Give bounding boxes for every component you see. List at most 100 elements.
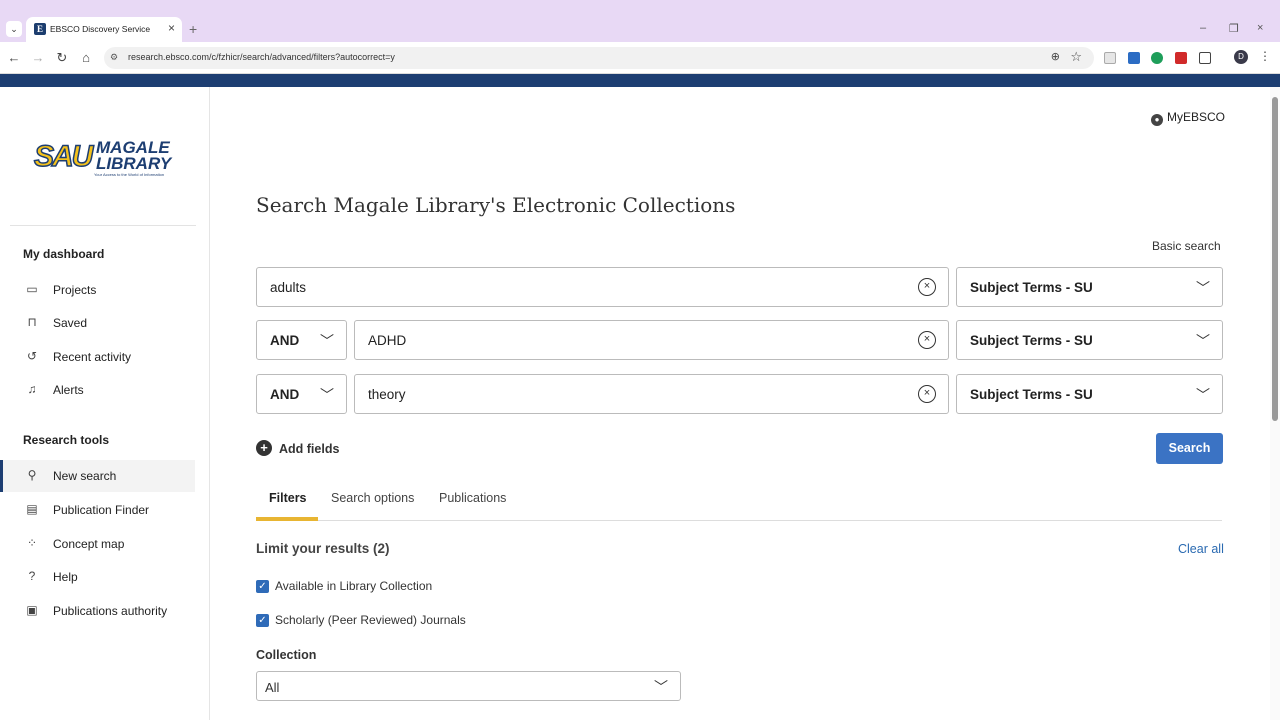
sidebar-item-alerts[interactable]: ♫ Alerts [0, 374, 195, 406]
search-term-value: theory [368, 387, 406, 402]
limit-results-heading: Limit your results (2) [256, 541, 390, 556]
myebsco-link[interactable]: ● MyEBSCO [1151, 110, 1225, 126]
field-select-1[interactable]: Subject Terms - SU ﹀ [956, 267, 1223, 307]
field-select-value: Subject Terms - SU [970, 280, 1093, 295]
tab-search-icon[interactable]: ⌄ [6, 21, 22, 37]
new-tab-icon[interactable]: + [189, 21, 197, 37]
document-icon: ▤ [26, 502, 38, 516]
active-tab-indicator [256, 517, 318, 521]
window-close-icon[interactable]: × [1257, 22, 1263, 34]
sidebar-item-publications-authority[interactable]: ▣ Publications authority [0, 595, 195, 627]
clear-input-icon[interactable]: × [918, 278, 936, 296]
brand-bar [0, 74, 1280, 87]
browser-tab[interactable]: E EBSCO Discovery Service × [26, 17, 182, 42]
site-info-icon[interactable]: ⚙ [110, 52, 118, 63]
help-icon: ? [28, 569, 36, 583]
bookmark-icon: ⊓ [27, 315, 37, 329]
collection-select[interactable]: All ﹀ [256, 671, 681, 701]
scrollbar-thumb[interactable] [1272, 97, 1278, 421]
zoom-icon[interactable]: ⊕ [1051, 50, 1060, 63]
sidebar-item-help[interactable]: ? Help [0, 561, 195, 593]
sidebar-divider [10, 225, 196, 226]
sidebar-item-saved[interactable]: ⊓ Saved [0, 307, 195, 339]
bookmark-star-icon[interactable]: ☆ [1070, 49, 1082, 65]
library-logo[interactable]: SAU MAGALE LIBRARY Your Access to the Wo… [32, 138, 182, 180]
tab-filters[interactable]: Filters [269, 491, 307, 505]
sidebar-item-recent-activity[interactable]: ↺ Recent activity [0, 341, 195, 373]
search-icon: ⚲ [27, 468, 37, 482]
field-select-2[interactable]: Subject Terms - SU ﹀ [956, 320, 1223, 360]
tab-close-icon[interactable]: × [168, 21, 175, 35]
logo-tagline: Your Access to the World of Information [94, 172, 165, 177]
search-term-input-2[interactable]: ADHD × [354, 320, 949, 360]
tab-search-options[interactable]: Search options [331, 491, 414, 505]
browser-toolbar: ← → ↻ ⌂ ⚙ research.ebsco.com/c/fzhicr/se… [0, 42, 1280, 74]
clear-input-icon[interactable]: × [918, 331, 936, 349]
extension-grammarly-icon[interactable] [1151, 52, 1163, 64]
dashboard-heading: My dashboard [23, 247, 105, 261]
address-bar[interactable]: ⚙ research.ebsco.com/c/fzhicr/search/adv… [104, 47, 1094, 69]
authority-icon: ▣ [26, 603, 38, 617]
minimize-icon[interactable]: – [1200, 22, 1206, 34]
plus-circle-icon: + [256, 440, 272, 456]
sidebar-item-publication-finder[interactable]: ▤ Publication Finder [0, 494, 195, 526]
logo-line2: LIBRARY [96, 154, 172, 173]
sidebar-item-label: Publications authority [53, 604, 168, 618]
folder-icon: ▭ [26, 282, 38, 296]
checkbox-available-in-library[interactable]: ✓ [256, 580, 269, 593]
field-select-value: Subject Terms - SU [970, 333, 1093, 348]
chevron-down-icon: ﹀ [1196, 333, 1210, 349]
sidebar-item-label: Help [53, 570, 78, 584]
search-term-input-3[interactable]: theory × [354, 374, 949, 414]
extension-pdf-icon[interactable] [1175, 52, 1187, 64]
chevron-down-icon: ﹀ [1196, 387, 1210, 403]
checkbox-label[interactable]: Scholarly (Peer Reviewed) Journals [275, 613, 466, 627]
clear-input-icon[interactable]: × [918, 385, 936, 403]
chevron-down-icon: ﹀ [320, 333, 334, 349]
basic-search-link[interactable]: Basic search [1152, 239, 1221, 253]
checkbox-scholarly-journals[interactable]: ✓ [256, 614, 269, 627]
search-term-value: ADHD [368, 333, 407, 348]
account-icon: ● [1151, 114, 1163, 126]
url-text[interactable]: research.ebsco.com/c/fzhicr/search/advan… [128, 52, 395, 62]
browser-menu-icon[interactable]: ⋮ [1259, 49, 1271, 63]
chevron-down-icon: ﹀ [1196, 280, 1210, 296]
myebsco-label: MyEBSCO [1167, 110, 1226, 124]
forward-icon[interactable]: → [29, 50, 47, 65]
extension-blue-icon[interactable] [1128, 52, 1140, 64]
boolean-operator-select-3[interactable]: AND ﹀ [256, 374, 347, 414]
search-term-value: adults [270, 280, 307, 295]
extension-page-icon[interactable] [1104, 52, 1116, 64]
sidebar-item-label: Projects [53, 283, 97, 297]
sidebar-item-label: Saved [53, 316, 88, 330]
sidebar-item-label: New search [53, 469, 117, 483]
clear-all-link[interactable]: Clear all [1178, 542, 1224, 556]
page-scrollbar[interactable] [1270, 87, 1280, 720]
sidebar-item-new-search[interactable]: ⚲ New search [0, 460, 195, 492]
tabs-divider [256, 520, 1222, 521]
checkbox-label[interactable]: Available in Library Collection [275, 579, 432, 593]
tab-title: EBSCO Discovery Service [50, 24, 151, 34]
home-icon[interactable]: ⌂ [77, 50, 95, 65]
profile-avatar[interactable]: D [1234, 50, 1248, 64]
ebsco-favicon-icon: E [34, 23, 46, 35]
reload-icon[interactable]: ↻ [53, 50, 71, 66]
tab-publications[interactable]: Publications [439, 491, 506, 505]
chevron-down-icon: ﹀ [320, 387, 334, 403]
extensions-puzzle-icon[interactable] [1199, 52, 1211, 64]
search-button[interactable]: Search [1156, 433, 1223, 464]
restore-icon[interactable]: ❐ [1229, 22, 1239, 35]
sidebar-item-projects[interactable]: ▭ Projects [0, 274, 195, 306]
sidebar-item-label: Alerts [53, 383, 84, 397]
chevron-down-icon: ﹀ [654, 679, 668, 695]
field-select-3[interactable]: Subject Terms - SU ﹀ [956, 374, 1223, 414]
field-select-value: Subject Terms - SU [970, 387, 1093, 402]
bell-icon: ♫ [27, 382, 37, 396]
sidebar-item-label: Recent activity [53, 350, 132, 364]
research-tools-heading: Research tools [23, 433, 110, 447]
back-icon[interactable]: ← [5, 50, 23, 65]
boolean-operator-select-2[interactable]: AND ﹀ [256, 320, 347, 360]
search-term-input-1[interactable]: adults × [256, 267, 949, 307]
sidebar-item-concept-map[interactable]: ⁘ Concept map [0, 528, 195, 560]
operator-value: AND [270, 387, 300, 402]
